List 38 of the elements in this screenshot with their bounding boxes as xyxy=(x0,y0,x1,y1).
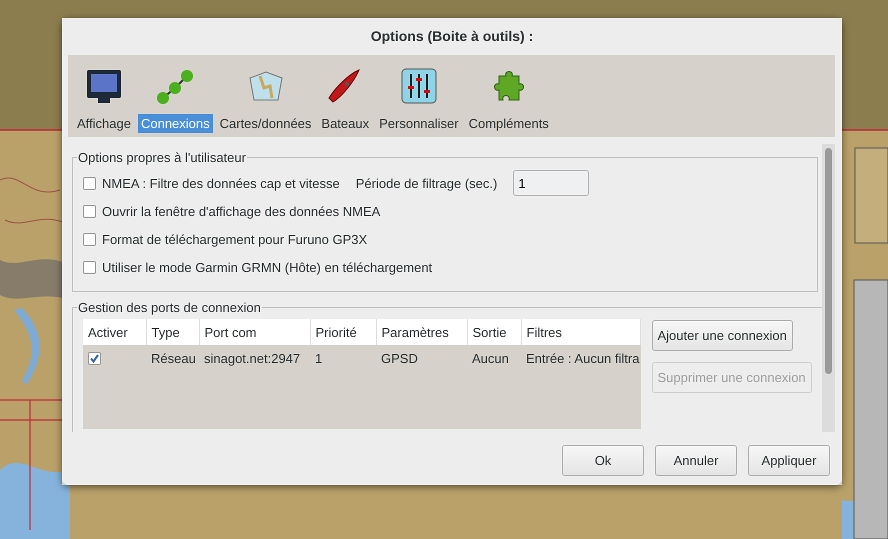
column-header[interactable]: Filtres xyxy=(521,319,640,345)
group-title: Gestion des ports de connexion xyxy=(77,300,262,315)
table-cell: Entrée : Aucun filtra xyxy=(521,345,640,371)
column-header[interactable]: Type xyxy=(146,319,199,345)
scrollbar[interactable] xyxy=(822,144,835,432)
table-cell: GPSD xyxy=(376,345,467,371)
table-cell: Aucun xyxy=(467,345,521,371)
table-cell: 1 xyxy=(310,345,376,371)
tab[interactable]: Bateaux xyxy=(318,114,372,133)
tab[interactable]: Compléments xyxy=(466,114,552,133)
checkbox[interactable] xyxy=(88,352,101,364)
column-header[interactable]: Priorité xyxy=(310,319,376,345)
dialog-button[interactable]: Ok xyxy=(562,445,644,476)
table-cell: Réseau xyxy=(146,345,199,371)
sliders-icon xyxy=(398,66,439,106)
tab[interactable]: Affichage xyxy=(74,114,134,133)
tab[interactable]: Personnaliser xyxy=(376,114,462,133)
field-label: Période de filtrage (sec.) xyxy=(356,176,498,190)
checkbox[interactable] xyxy=(83,260,96,274)
dialog-button[interactable]: Annuler xyxy=(655,445,737,476)
table-cell: sinagot.net:2947 xyxy=(199,345,310,371)
checkbox-label: Ouvrir la fenêtre d'affichage des données NMEA xyxy=(102,204,380,218)
connection-button[interactable]: Ajouter une connexion xyxy=(652,320,793,351)
column-header[interactable]: Sortie xyxy=(467,319,521,345)
checkbox[interactable] xyxy=(83,232,96,246)
filter-period-field[interactable]: 1 xyxy=(513,170,590,196)
checkbox[interactable] xyxy=(83,176,96,190)
group-title: Options propres à l'utilisateur xyxy=(77,150,247,165)
column-header[interactable]: Paramètres xyxy=(376,319,467,345)
dialog-button[interactable]: Appliquer xyxy=(748,445,830,476)
checkbox[interactable] xyxy=(83,204,96,218)
column-header[interactable]: Port com xyxy=(199,319,310,345)
column-header[interactable]: Activer xyxy=(83,319,146,345)
checkbox-label: Utiliser le mode Garmin GRMN (Hôte) en téléchargement xyxy=(102,260,432,274)
checkbox-label: Format de téléchargement pour Furuno GP3X xyxy=(102,232,368,246)
checkbox-label: NMEA : Filtre des données cap et vitesse xyxy=(102,176,340,190)
dialog-title: Options (Boite à outils) : xyxy=(370,27,534,46)
tab[interactable]: Cartes/données xyxy=(216,114,314,133)
